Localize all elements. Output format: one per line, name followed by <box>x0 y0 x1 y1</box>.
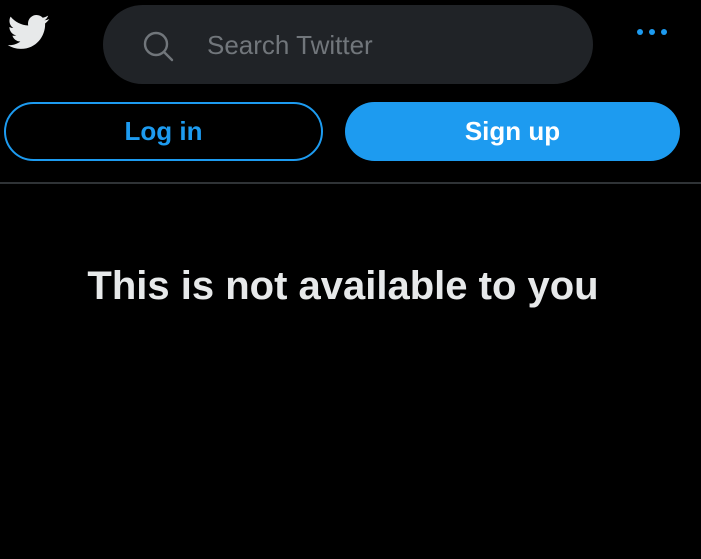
page: Log in Sign up This is not available to … <box>0 0 701 559</box>
twitter-logo-icon[interactable] <box>4 10 52 54</box>
unavailable-message: This is not available to you <box>87 264 599 308</box>
search-input[interactable] <box>207 23 567 67</box>
header-divider <box>0 182 701 184</box>
more-options-icon[interactable] <box>634 22 674 42</box>
login-button[interactable]: Log in <box>4 102 323 161</box>
search-icon <box>143 31 174 62</box>
search-bar[interactable] <box>103 5 593 84</box>
signup-button[interactable]: Sign up <box>345 102 680 161</box>
